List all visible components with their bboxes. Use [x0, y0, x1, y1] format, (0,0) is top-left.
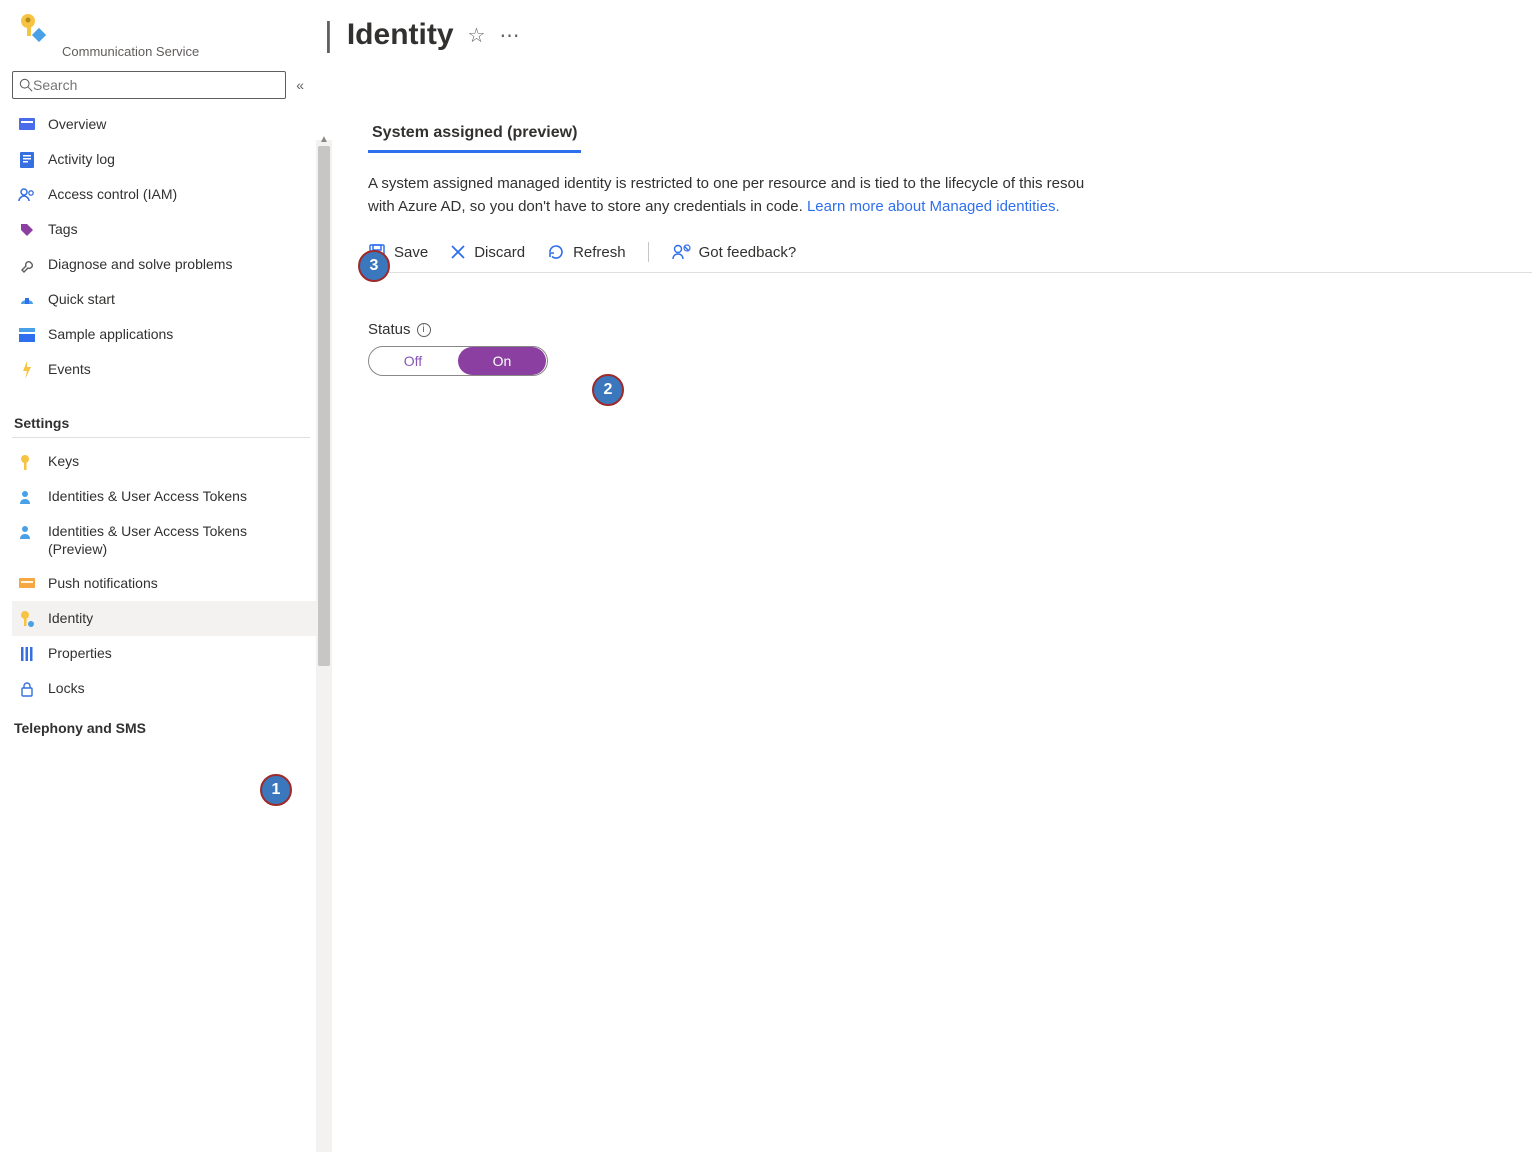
sidebar: Communication Service « Overview Activit… [0, 0, 316, 1152]
command-divider [648, 242, 649, 262]
annotation-bubble-2: 2 [592, 374, 624, 406]
nav-label: Push notifications [48, 574, 308, 592]
tab-bar: System assigned (preview) [368, 116, 1532, 153]
learn-more-link[interactable]: Learn more about Managed identities. [807, 198, 1060, 215]
search-icon [19, 78, 33, 92]
more-actions-button[interactable]: ⋯ [499, 23, 519, 48]
sidebar-item-identity[interactable]: Identity [12, 601, 316, 636]
toggle-off-option[interactable]: Off [369, 347, 457, 375]
nav-label: Keys [48, 452, 308, 470]
cmd-label: Got feedback? [699, 244, 797, 261]
feedback-icon [671, 243, 691, 261]
nav-label: Access control (IAM) [48, 185, 308, 203]
nav-label: Identities & User Access Tokens (Preview… [48, 522, 308, 558]
annotation-bubble-3: 3 [358, 250, 390, 282]
identities-preview-icon [18, 523, 36, 541]
sidebar-item-tags[interactable]: Tags [12, 212, 316, 247]
sidebar-section-telephony: Telephony and SMS [12, 706, 316, 740]
sidebar-scrollbar[interactable]: ▲ [316, 140, 332, 1152]
sidebar-item-overview[interactable]: Overview [12, 107, 316, 142]
discard-icon [450, 244, 466, 260]
sidebar-item-sample-apps[interactable]: Sample applications [12, 317, 316, 352]
sample-apps-icon [18, 326, 36, 344]
page-header: | Identity ☆ ⋯ [324, 0, 1532, 70]
description-text: A system assigned managed identity is re… [368, 173, 1468, 218]
status-label: Status [368, 321, 411, 338]
cmd-label: Save [394, 244, 428, 261]
status-toggle[interactable]: Off On [368, 346, 548, 376]
sidebar-item-push-notifications[interactable]: Push notifications [12, 566, 316, 601]
quick-start-icon [18, 291, 36, 309]
toggle-on-option[interactable]: On [458, 347, 546, 375]
sidebar-item-events[interactable]: Events [12, 352, 316, 387]
nav-label: Properties [48, 644, 308, 662]
nav-label: Identities & User Access Tokens [48, 487, 308, 505]
sidebar-item-identities-tokens-preview[interactable]: Identities & User Access Tokens (Preview… [12, 514, 316, 566]
collapse-sidebar-button[interactable]: « [292, 73, 308, 97]
nav-general: Overview Activity log Access control (IA… [12, 107, 316, 387]
sidebar-item-locks[interactable]: Locks [12, 671, 316, 706]
tags-icon [18, 221, 36, 239]
keys-icon [18, 453, 36, 471]
sidebar-section-settings: Settings [12, 401, 310, 438]
properties-icon [18, 645, 36, 663]
push-notifications-icon [18, 575, 36, 593]
page-title: Identity [347, 18, 454, 52]
cmd-label: Discard [474, 244, 525, 261]
nav-label: Quick start [48, 290, 308, 308]
sidebar-item-access-control[interactable]: Access control (IAM) [12, 177, 316, 212]
sidebar-item-quick-start[interactable]: Quick start [12, 282, 316, 317]
refresh-icon [547, 243, 565, 261]
search-input[interactable] [33, 77, 279, 93]
desc-line2: with Azure AD, so you don't have to stor… [368, 198, 807, 215]
nav-label: Sample applications [48, 325, 308, 343]
cmd-label: Refresh [573, 244, 626, 261]
activity-log-icon [18, 151, 36, 169]
desc-line1: A system assigned managed identity is re… [368, 175, 1084, 192]
sidebar-item-activity-log[interactable]: Activity log [12, 142, 316, 177]
sidebar-item-properties[interactable]: Properties [12, 636, 316, 671]
resource-subtitle: Communication Service [12, 44, 316, 59]
refresh-button[interactable]: Refresh [547, 243, 626, 261]
status-label-row: Status i [368, 321, 1532, 338]
events-icon [18, 361, 36, 379]
annotation-bubble-1: 1 [260, 774, 292, 806]
command-bar: Save Discard Refresh Got feedback? [368, 242, 1532, 273]
title-divider: | [324, 16, 333, 55]
nav-label: Diagnose and solve problems [48, 255, 308, 273]
nav-label: Events [48, 360, 308, 378]
identity-icon [18, 610, 36, 628]
identities-icon [18, 488, 36, 506]
feedback-button[interactable]: Got feedback? [671, 243, 797, 261]
sidebar-item-identities-tokens[interactable]: Identities & User Access Tokens [12, 479, 316, 514]
overview-icon [18, 116, 36, 134]
access-control-icon [18, 186, 36, 204]
favorite-star-button[interactable]: ☆ [468, 23, 486, 48]
nav-label: Locks [48, 679, 308, 697]
discard-button[interactable]: Discard [450, 244, 525, 261]
locks-icon [18, 680, 36, 698]
nav-label: Overview [48, 115, 308, 133]
search-input-wrapper[interactable] [12, 71, 286, 99]
nav-settings: Keys Identities & User Access Tokens Ide… [12, 444, 316, 706]
nav-label: Activity log [48, 150, 308, 168]
nav-label: Tags [48, 220, 308, 238]
scroll-up-icon[interactable]: ▲ [319, 134, 329, 144]
nav-label: Identity [48, 609, 308, 627]
main-content: | Identity ☆ ⋯ System assigned (preview)… [332, 0, 1532, 1152]
diagnose-icon [18, 256, 36, 274]
sidebar-item-diagnose[interactable]: Diagnose and solve problems [12, 247, 316, 282]
status-section: Status i Off On [368, 321, 1532, 376]
scroll-thumb[interactable] [318, 146, 330, 666]
sidebar-item-keys[interactable]: Keys [12, 444, 316, 479]
tab-system-assigned[interactable]: System assigned (preview) [368, 116, 581, 153]
info-icon[interactable]: i [417, 323, 431, 337]
key-resource-icon [18, 12, 46, 42]
